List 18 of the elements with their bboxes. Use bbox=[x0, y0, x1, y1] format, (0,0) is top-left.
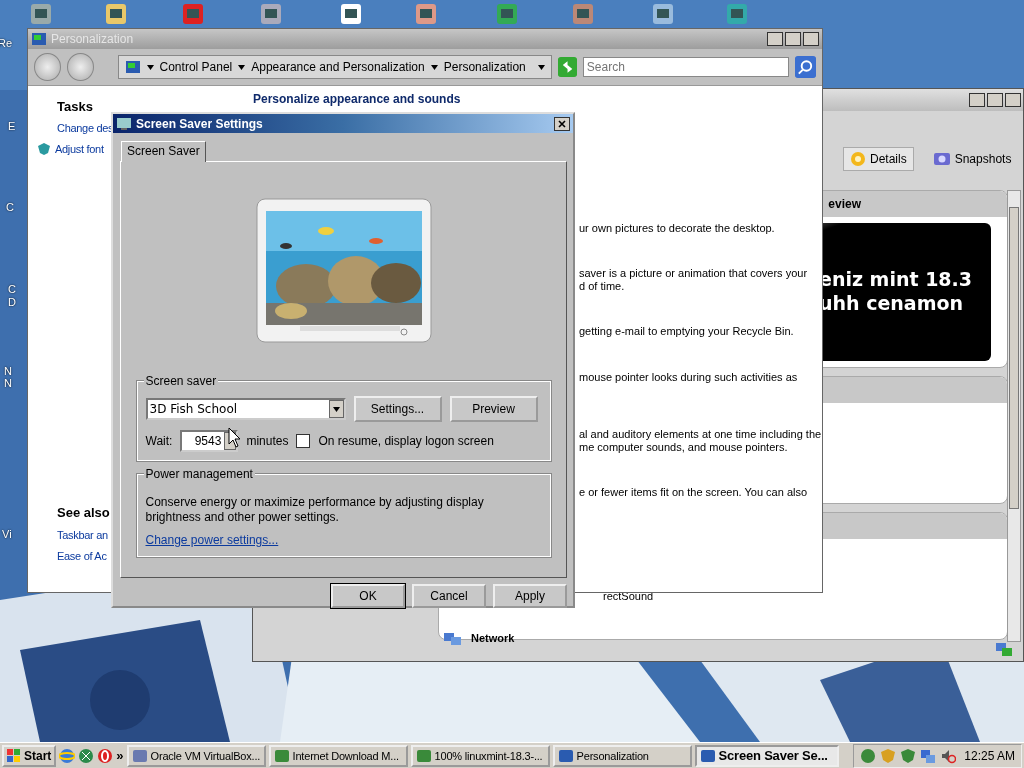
windows-logo bbox=[7, 748, 21, 763]
shield-icon[interactable] bbox=[900, 747, 917, 764]
taskbar-button[interactable]: Internet Download M... bbox=[268, 744, 408, 767]
start-button[interactable]: Start bbox=[2, 744, 57, 767]
clock: 12:25 AM bbox=[964, 748, 1015, 763]
taskbar-button[interactable]: 100% linuxmint-18.3-... bbox=[410, 744, 550, 767]
app-icon bbox=[415, 748, 432, 763]
network-icon[interactable] bbox=[920, 747, 937, 764]
circle-icon[interactable] bbox=[97, 747, 114, 764]
browser-icon[interactable] bbox=[59, 747, 76, 764]
taskbar-button[interactable]: Personalization bbox=[552, 744, 692, 767]
app-icon bbox=[131, 748, 148, 763]
app-icon bbox=[699, 748, 716, 763]
taskbar-button[interactable]: Screen Saver Se... bbox=[694, 744, 839, 767]
taskbar-button[interactable]: Oracle VM VirtualBox... bbox=[126, 744, 266, 767]
quick-launch-chevron[interactable]: » bbox=[116, 748, 124, 763]
app-icon bbox=[273, 748, 290, 763]
app-icon bbox=[557, 748, 574, 763]
